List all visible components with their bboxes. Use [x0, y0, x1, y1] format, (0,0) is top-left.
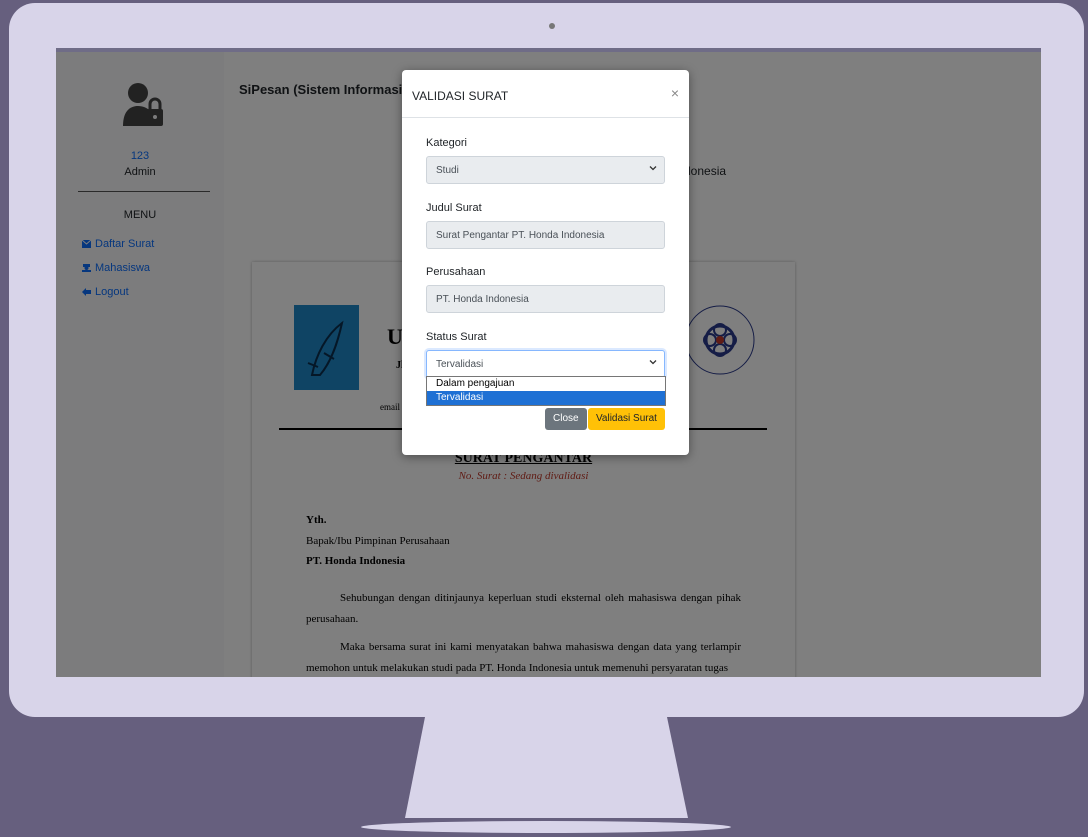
- perusahaan-field[interactable]: PT. Honda Indonesia: [426, 285, 665, 313]
- camera-dot: [549, 23, 555, 29]
- validasi-modal: VALIDASI SURAT × Kategori Studi Judul Su…: [402, 70, 689, 455]
- perusahaan-label: Perusahaan: [426, 266, 486, 278]
- status-select[interactable]: Tervalidasi: [426, 350, 665, 378]
- status-label: Status Surat: [426, 331, 487, 343]
- validasi-surat-button[interactable]: Validasi Surat: [588, 408, 665, 430]
- status-value: Tervalidasi: [436, 359, 484, 370]
- modal-header: VALIDASI SURAT ×: [402, 70, 689, 118]
- status-dropdown-list: Dalam pengajuan Tervalidasi: [426, 376, 666, 406]
- judul-value: Surat Pengantar PT. Honda Indonesia: [436, 230, 605, 241]
- status-option-dalam-pengajuan[interactable]: Dalam pengajuan: [427, 377, 665, 391]
- modal-title: VALIDASI SURAT: [412, 89, 509, 103]
- chevron-down-icon: [649, 360, 657, 365]
- judul-label: Judul Surat: [426, 202, 482, 214]
- kategori-value: Studi: [436, 165, 459, 176]
- kategori-label: Kategori: [426, 137, 467, 149]
- kategori-select[interactable]: Studi: [426, 156, 665, 184]
- status-option-tervalidasi[interactable]: Tervalidasi: [427, 391, 665, 405]
- judul-field[interactable]: Surat Pengantar PT. Honda Indonesia: [426, 221, 665, 249]
- close-icon[interactable]: ×: [671, 85, 679, 101]
- chevron-down-icon: [649, 166, 657, 171]
- screen: 123 Admin MENU Daftar Surat Mahasiswa Lo…: [56, 48, 1041, 677]
- perusahaan-value: PT. Honda Indonesia: [436, 294, 529, 305]
- close-button[interactable]: Close: [545, 408, 587, 430]
